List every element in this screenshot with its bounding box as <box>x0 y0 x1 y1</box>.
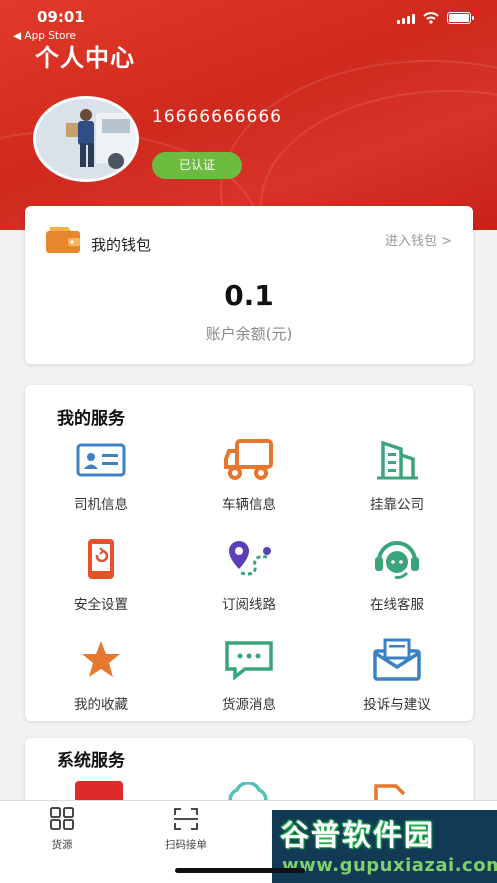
enter-wallet-link[interactable]: 进入钱包 > <box>385 230 452 249</box>
page-title: 个人中心 <box>35 44 135 72</box>
section-title: 我的服务 <box>57 409 125 429</box>
service-label: 司机信息 <box>74 497 128 513</box>
status-time: 09:01 <box>37 8 85 26</box>
service-cargo-messages[interactable]: 货源消息 <box>179 637 319 713</box>
user-phone: 16666666666 <box>152 107 282 127</box>
wallet-icon <box>46 227 80 253</box>
battery-icon <box>447 12 474 24</box>
signal-icon <box>397 14 415 24</box>
wifi-icon <box>423 12 439 24</box>
watermark-title: 谷普软件园 <box>280 818 436 852</box>
route-icon <box>229 541 271 576</box>
company-building-icon <box>377 440 418 480</box>
service-affiliated-company[interactable]: 挂靠公司 <box>327 437 467 513</box>
section-title: 系统服务 <box>57 751 125 771</box>
driver-card-icon <box>76 443 126 477</box>
verified-badge: 已认证 <box>152 152 242 179</box>
watermark-url: www.gupuxiazai.com <box>282 855 497 876</box>
service-label: 安全设置 <box>74 597 128 613</box>
star-icon <box>82 641 120 677</box>
my-services-card: 我的服务 司机信息 车辆信息 挂靠公司 安全设置 订阅线路 在线客服 我的收藏 … <box>25 385 473 721</box>
tab-scan-order[interactable]: 扫码接单 <box>146 807 226 852</box>
tab-label: 扫码接单 <box>165 839 207 851</box>
home-indicator[interactable] <box>175 868 305 873</box>
balance-value: 0.1 <box>224 279 274 312</box>
mail-icon <box>373 638 421 681</box>
service-my-favorites[interactable]: 我的收藏 <box>31 637 171 713</box>
service-driver-info[interactable]: 司机信息 <box>31 437 171 513</box>
grid-icon <box>50 807 74 830</box>
headset-icon <box>375 541 419 579</box>
balance-label: 账户余额(元) <box>205 325 293 343</box>
service-label: 我的收藏 <box>74 697 128 713</box>
wallet-title: 我的钱包 <box>91 236 152 254</box>
service-label: 投诉与建议 <box>363 697 431 713</box>
tab-cargo[interactable]: 货源 <box>22 807 102 852</box>
service-label: 货源消息 <box>222 697 276 713</box>
status-bar: 09:01 ◀ App Store <box>0 0 497 42</box>
service-vehicle-info[interactable]: 车辆信息 <box>179 437 319 513</box>
service-label: 车辆信息 <box>222 497 276 513</box>
service-online-support[interactable]: 在线客服 <box>327 537 467 613</box>
truck-icon <box>224 439 273 480</box>
scan-icon <box>174 808 198 830</box>
tab-label: 货源 <box>51 839 73 851</box>
service-security-settings[interactable]: 安全设置 <box>31 537 171 613</box>
service-label: 订阅线路 <box>222 597 276 613</box>
service-label: 在线客服 <box>370 597 424 613</box>
security-phone-icon <box>88 539 114 579</box>
message-icon <box>225 641 273 681</box>
avatar[interactable] <box>33 96 139 182</box>
wallet-card[interactable]: 我的钱包 进入钱包 > 0.1 账户余额(元) <box>25 206 473 364</box>
service-subscribe-route[interactable]: 订阅线路 <box>179 537 319 613</box>
service-label: 挂靠公司 <box>370 497 424 513</box>
service-complaints-suggestions[interactable]: 投诉与建议 <box>327 637 467 713</box>
watermark-banner: 谷普软件园 www.gupuxiazai.com <box>272 810 497 883</box>
